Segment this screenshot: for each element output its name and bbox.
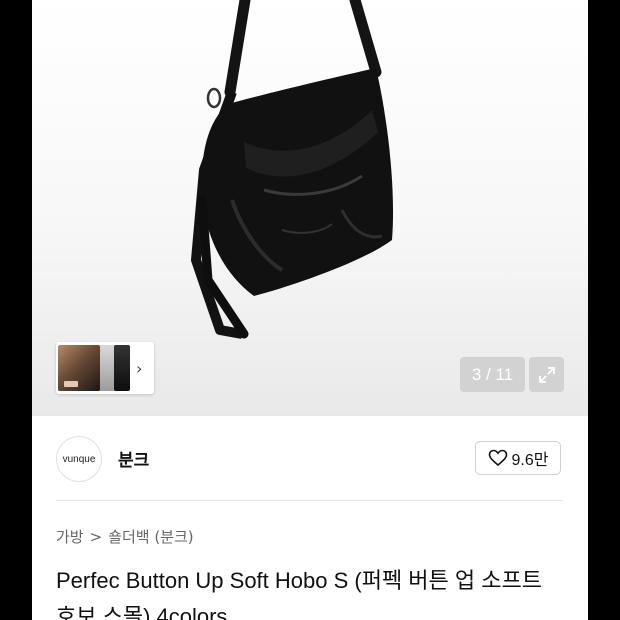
thumbnail-image[interactable] [58, 345, 100, 391]
breadcrumb-category[interactable]: 가방 [56, 526, 84, 547]
seller-row: vunque 분크 9.6만 [32, 416, 588, 500]
heart-icon [488, 449, 508, 467]
chevron-right-icon[interactable]: › [136, 359, 142, 378]
breadcrumb: 가방 > 숄더백 (분크) [56, 526, 194, 547]
breadcrumb-subcategory[interactable]: 숄더백 (분크) [108, 526, 193, 547]
like-count: 9.6만 [511, 452, 549, 469]
thumbnail-strip[interactable]: › [56, 342, 154, 394]
seller-avatar[interactable]: vunque [56, 436, 102, 482]
expand-image-button[interactable] [529, 357, 564, 392]
breadcrumb-separator: > [89, 527, 103, 546]
seller-name[interactable]: 분크 [118, 446, 149, 471]
thumbnail-image[interactable] [114, 345, 130, 391]
product-title: Perfec Button Up Soft Hobo S (퍼펙 버튼 업 소프… [56, 568, 542, 620]
product-image-gallery[interactable]: › 3 / 11 [32, 0, 588, 416]
divider [56, 500, 562, 501]
image-page-counter: 3 / 11 [460, 357, 525, 392]
expand-icon [538, 366, 555, 383]
like-button[interactable]: 9.6만 [475, 441, 561, 475]
product-page: › 3 / 11 vunque 분크 9.6만 가방 > 숄더백 (분크) Pe… [32, 0, 588, 620]
